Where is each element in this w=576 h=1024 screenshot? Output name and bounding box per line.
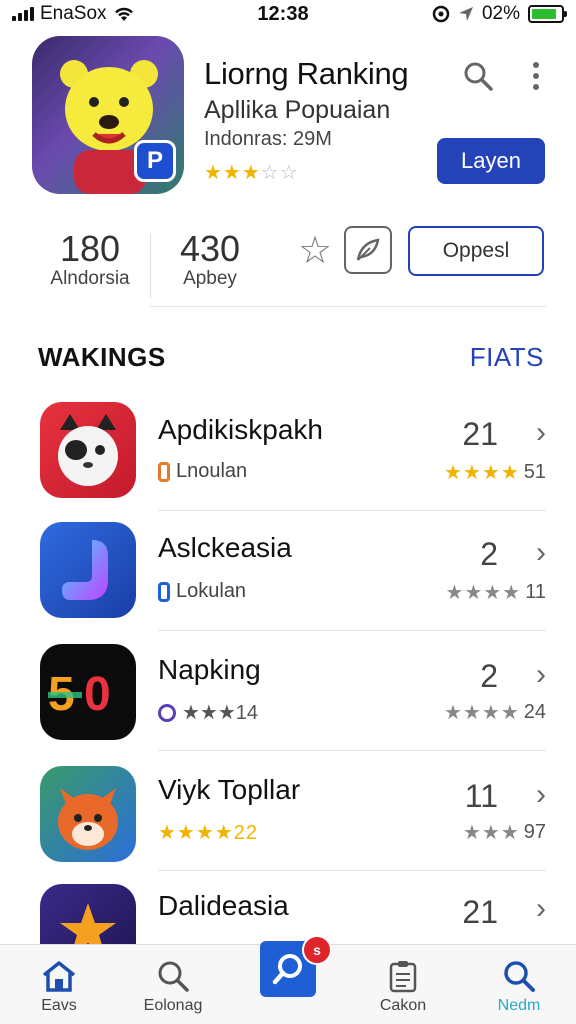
svg-text:0: 0: [84, 668, 111, 721]
item-name: Napking: [158, 654, 261, 685]
fox-app-icon: [40, 766, 136, 862]
cat-app-icon: [40, 402, 136, 498]
list-item[interactable]: 50 Napking ★★★14 2 › ★★★★24: [0, 638, 576, 758]
list-item[interactable]: Aslckeasia Lokulan 2 › ★★★★ 11: [0, 516, 576, 636]
tag-icon: [158, 461, 170, 482]
item-subtitle: ★★★14: [158, 700, 258, 725]
feather-icon: [356, 238, 380, 261]
alarm-icon: [432, 5, 450, 23]
chevron-right-icon[interactable]: ›: [536, 892, 546, 926]
primary-action-button[interactable]: Layen: [437, 138, 545, 184]
tab-search[interactable]: Eolonag: [118, 945, 228, 1024]
tab-label: Cakon: [379, 997, 427, 1014]
item-name: Apdikiskpakh: [158, 414, 323, 445]
tab-home[interactable]: Eavs: [4, 945, 114, 1024]
divider: [158, 750, 546, 751]
divider: [150, 234, 151, 298]
item-name: Viyk Topllar: [158, 774, 301, 805]
item-subtitle: ★★★★22: [158, 822, 258, 844]
chevron-right-icon[interactable]: ›: [536, 416, 546, 450]
stat-label: Alndorsia: [50, 268, 130, 289]
app-rating-stars: ★★★☆☆: [204, 162, 299, 184]
divider: [158, 870, 546, 871]
item-rank: 21: [462, 894, 498, 930]
tag-icon: [158, 581, 170, 602]
tab-label: Eavs: [41, 997, 77, 1014]
app-meta: Indonras: 29M: [204, 128, 332, 150]
shape-app-icon: [40, 522, 136, 618]
stat-value: 180: [59, 228, 121, 269]
home-icon: [42, 961, 76, 992]
chevron-right-icon[interactable]: ›: [536, 536, 546, 570]
stat-block: 430 Apbey: [162, 228, 258, 290]
wifi-icon: [114, 7, 133, 21]
app-badge-icon: P: [134, 140, 176, 182]
section-title: WAKINGS: [38, 342, 166, 372]
item-rank: 11: [464, 778, 498, 814]
favorite-star-icon[interactable]: ☆: [298, 228, 332, 273]
location-icon: [458, 7, 473, 21]
battery-icon: [528, 5, 567, 23]
item-subtitle: Lokulan: [158, 580, 246, 603]
search-icon: [464, 62, 493, 91]
app-hero-image[interactable]: P: [32, 36, 184, 194]
item-rating: ★★★★ 51: [444, 461, 546, 484]
star-app-icon: [40, 884, 136, 944]
item-rank: 2: [480, 658, 498, 694]
item-rating: ★★★★ 24: [444, 701, 546, 724]
divider: [150, 306, 546, 307]
item-rating: ★★★ 97: [462, 821, 546, 844]
secondary-action-button[interactable]: Oppesl: [408, 226, 544, 276]
search-icon: [272, 954, 302, 985]
carrier-label: EnaSox: [40, 3, 107, 24]
feather-button[interactable]: [344, 226, 392, 274]
list-item[interactable]: Apdikiskpakh Lnoulan 21 › ★★★★ 51: [0, 396, 576, 516]
section-link[interactable]: FIATS: [470, 342, 544, 373]
item-rank: 21: [462, 416, 498, 452]
item-name: Dalideasia: [158, 890, 289, 921]
search-button[interactable]: [460, 58, 496, 94]
status-time: 12:38: [257, 2, 309, 25]
divider: [158, 510, 546, 511]
tab-label: Nedm: [497, 997, 541, 1014]
chevron-right-icon[interactable]: ›: [536, 778, 546, 812]
stat-block: 180 Alndorsia: [40, 228, 140, 290]
tab-bar: Eavs Eolonag s Cakon Nedm: [0, 935, 576, 1024]
chevron-right-icon[interactable]: ›: [536, 658, 546, 692]
item-name: Aslckeasia: [158, 532, 292, 563]
divider: [158, 630, 546, 631]
stat-label: Apbey: [183, 268, 237, 289]
app-title: Liorng Ranking: [204, 56, 409, 91]
clipboard-icon: [389, 961, 417, 993]
stat-value: 430: [179, 228, 241, 269]
more-options-button[interactable]: [526, 58, 546, 94]
signal-icon: [12, 7, 34, 21]
tab-discover[interactable]: Nedm: [464, 945, 574, 1024]
search-icon: [158, 961, 189, 992]
item-subtitle: Lnoulan: [158, 460, 247, 483]
app-subtitle: Apllika Popuaian: [204, 96, 391, 124]
tab-label: Eolonag: [143, 997, 203, 1014]
status-bar: EnaSox 12:38 02%: [0, 0, 576, 28]
notification-badge: s: [302, 935, 332, 965]
battery-percent: 02%: [481, 3, 520, 24]
tag-icon: [158, 703, 176, 722]
search-icon: [504, 961, 535, 992]
item-rating: ★★★★ 11: [445, 581, 546, 604]
list-item[interactable]: Viyk Topllar ★★★★22 11 › ★★★ 97: [0, 760, 576, 880]
item-rank: 2: [480, 536, 498, 572]
list-item[interactable]: Dalideasia 21 ›: [0, 880, 576, 944]
tab-clipboard[interactable]: Cakon: [348, 945, 458, 1024]
fifty-app-icon: 50: [40, 644, 136, 740]
